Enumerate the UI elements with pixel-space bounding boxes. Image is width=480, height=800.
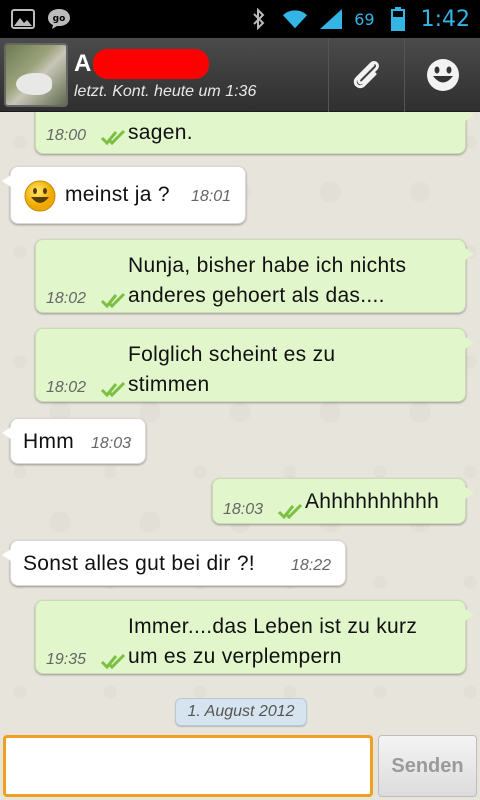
message-bubble-incoming[interactable]: Hmm 18:03: [2, 418, 146, 464]
send-button[interactable]: Senden: [378, 735, 477, 797]
message-time: 19:35: [46, 651, 87, 668]
message-time: 18:22: [291, 557, 332, 574]
message-time: 18:02: [46, 290, 87, 307]
message-bubble-outgoing[interactable]: 18:02 Nunja, bisher habe ich nichts ande…: [35, 239, 474, 313]
message-text-line: Folglich scheint es zu: [128, 343, 336, 366]
message-list[interactable]: 18:00 sagen. meinst ja ? 18:01 18:02 Nun…: [0, 112, 480, 730]
message-text: Sonst alles gut bei dir ?!: [23, 552, 255, 575]
go-notification-icon: go: [46, 8, 72, 30]
message-bubble-incoming[interactable]: meinst ja ? 18:01: [2, 166, 246, 224]
smiley-icon: [426, 58, 459, 91]
wifi-icon: [282, 8, 308, 30]
paperclip-icon: [353, 60, 379, 88]
chat-header: A letzt. Kont. heute um 1:36: [0, 37, 480, 112]
status-bar: go 69 1:42: [0, 0, 480, 38]
delivered-check-icon: [100, 381, 126, 402]
delivered-check-icon: [100, 129, 126, 150]
delivered-check-icon: [100, 653, 126, 674]
contact-name-initial: A: [74, 49, 92, 77]
date-separator: 1. August 2012: [175, 698, 307, 726]
message-bubble-outgoing[interactable]: 18:00 sagen.: [35, 112, 474, 154]
clock: 1:42: [420, 6, 470, 32]
message-bubble-outgoing[interactable]: 18:02 Folglich scheint es zu stimmen: [35, 328, 474, 402]
message-time: 18:00: [46, 127, 87, 144]
attach-button[interactable]: [328, 37, 404, 112]
message-text-line: Immer....das Leben ist zu kurz: [128, 615, 418, 638]
battery-level: 69: [354, 9, 375, 29]
gallery-notification-icon: [10, 8, 36, 30]
composer-bar: Senden: [0, 730, 480, 800]
battery-icon: [385, 7, 411, 31]
message-time: 18:02: [46, 379, 87, 396]
message-time: 18:01: [191, 188, 232, 205]
message-text: Hmm: [23, 430, 75, 453]
bluetooth-icon: [246, 8, 272, 30]
message-time: 18:03: [223, 501, 264, 518]
message-text: Ahhhhhhhhhh: [305, 490, 440, 513]
message-text: sagen.: [128, 121, 193, 144]
delivered-check-icon: [277, 503, 303, 524]
redaction-mark: [93, 48, 210, 79]
contact-name: A: [74, 48, 328, 79]
smiley-emoji-icon: [23, 179, 57, 218]
message-input[interactable]: [3, 735, 373, 797]
emoji-button[interactable]: [404, 37, 480, 112]
message-text-line: Nunja, bisher habe ich nichts: [128, 254, 407, 277]
signal-icon: [318, 8, 344, 30]
message-text-line: um es zu verplempern: [128, 645, 342, 668]
contact-info[interactable]: A letzt. Kont. heute um 1:36: [74, 48, 328, 101]
message-text-line: anderes gehoert als das....: [128, 284, 385, 307]
message-bubble-incoming[interactable]: Sonst alles gut bei dir ?! 18:22: [2, 540, 346, 586]
message-bubble-outgoing[interactable]: 18:03 Ahhhhhhhhhh: [212, 478, 474, 524]
last-seen-status: letzt. Kont. heute um 1:36: [74, 82, 257, 100]
message-text: meinst ja ?: [65, 183, 170, 206]
message-bubble-outgoing[interactable]: 19:35 Immer....das Leben ist zu kurz um …: [35, 600, 474, 674]
message-time: 18:03: [91, 435, 132, 452]
svg-text:go: go: [53, 14, 66, 24]
message-text-line: stimmen: [128, 373, 210, 396]
contact-avatar[interactable]: [4, 42, 68, 107]
delivered-check-icon: [100, 292, 126, 313]
